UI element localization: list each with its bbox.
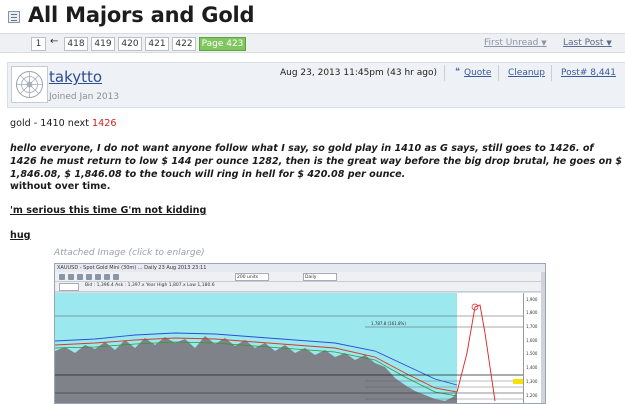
post-underlined-text: 'm serious this time G'm not kidding — [10, 205, 207, 216]
svg-text:1,500: 1,500 — [526, 351, 538, 356]
post-number-link[interactable]: Post# 8,441 — [561, 68, 616, 78]
bid-ask-readout: Bid : 1,396.4 Ask : 1,397.x Year High 1,… — [85, 283, 215, 288]
svg-text:1,800: 1,800 — [526, 310, 538, 315]
quote-button[interactable]: Quote — [464, 68, 491, 78]
timeframe-select: Daily — [303, 273, 337, 281]
post-paragraph: 1,846.08, $ 1,846.08 to the touch will r… — [10, 169, 406, 180]
post-timestamp: Aug 23, 2013 11:45pm (43 hr ago) — [280, 68, 437, 78]
chevron-down-icon: ▼ — [606, 39, 612, 47]
symbol-select — [59, 283, 79, 291]
svg-text:1,900: 1,900 — [526, 297, 538, 302]
chart-quote-bar: Bid : 1,396.4 Ask : 1,397.x Year High 1,… — [55, 282, 545, 292]
left-arrow-icon[interactable]: ← — [50, 36, 58, 47]
toolbar-icon — [113, 274, 119, 280]
page-title: All Majors and Gold — [28, 3, 255, 27]
avatar[interactable] — [11, 66, 48, 103]
units-select: 200 units — [235, 273, 269, 281]
svg-text:1,400: 1,400 — [526, 365, 538, 370]
chart-window-title: XAUUSD - Spot Gold Mini (30m) ... Daily … — [55, 264, 545, 272]
attached-chart-image[interactable]: XAUUSD - Spot Gold Mini (30m) ... Daily … — [54, 263, 546, 404]
divider — [551, 65, 552, 81]
attached-image-label[interactable]: Attached Image (click to enlarge) — [54, 248, 205, 258]
page-link-first[interactable]: 1 — [31, 37, 46, 51]
first-unread-link[interactable]: First Unread ▼ — [484, 38, 547, 48]
svg-text:1,200: 1,200 — [526, 393, 538, 398]
highlight-number: 1426 — [92, 118, 117, 129]
svg-text:1,300: 1,300 — [526, 379, 538, 384]
fib-label: 1,787.8 (161.8%) — [371, 321, 406, 326]
thread-header: All Majors and Gold — [0, 0, 625, 33]
post-header: takytto Joined Jan 2013 Aug 23, 2013 11:… — [7, 62, 625, 108]
svg-text:1,600: 1,600 — [526, 338, 538, 343]
post-paragraph: 1426 he must return to low $ 144 per oun… — [10, 156, 623, 167]
first-unread-label: First Unread — [484, 38, 539, 48]
post-underlined-text: hug — [10, 230, 31, 241]
divider — [444, 65, 445, 81]
page-link[interactable]: 419 — [91, 37, 115, 51]
toolbar-icon — [77, 274, 83, 280]
chart-scrollbar — [541, 272, 545, 403]
page-link[interactable]: 421 — [145, 37, 169, 51]
toolbar-icon — [68, 274, 74, 280]
chevron-down-icon: ▼ — [541, 39, 547, 47]
post-text: gold - 1410 next — [10, 118, 93, 129]
avatar-emblem-icon — [16, 71, 43, 98]
joined-date: Joined Jan 2013 — [49, 92, 120, 102]
page-link[interactable]: 420 — [118, 37, 142, 51]
chart-toolbar: 200 units Daily — [55, 272, 545, 282]
username-link[interactable]: takytto — [49, 68, 102, 86]
svg-text:1,700: 1,700 — [526, 324, 538, 329]
last-post-link[interactable]: Last Post ▼ — [563, 38, 612, 48]
quote-icon[interactable]: ❝ — [455, 67, 460, 77]
post-paragraph: hello everyone, I do not want anyone fol… — [10, 143, 594, 154]
post-paragraph: without over time. — [10, 181, 111, 192]
toolbar-icon — [104, 274, 110, 280]
divider — [498, 65, 499, 81]
toolbar-icon — [86, 274, 92, 280]
price-chart: 1,787.8 (161.8%) — [55, 293, 525, 403]
page-link[interactable]: 418 — [64, 37, 88, 51]
toolbar-icon — [59, 274, 65, 280]
last-post-label: Last Post — [563, 38, 604, 48]
toolbar-icon — [95, 274, 101, 280]
post-line-gold: gold - 1410 next 1426 — [10, 118, 116, 129]
pagination-bar: 1 ← 418 419 420 421 422 Page 423 First U… — [0, 33, 625, 53]
cleanup-button[interactable]: Cleanup — [508, 68, 545, 78]
page-current: Page 423 — [199, 37, 246, 51]
page-link[interactable]: 422 — [172, 37, 196, 51]
thread-list-icon — [8, 11, 20, 23]
